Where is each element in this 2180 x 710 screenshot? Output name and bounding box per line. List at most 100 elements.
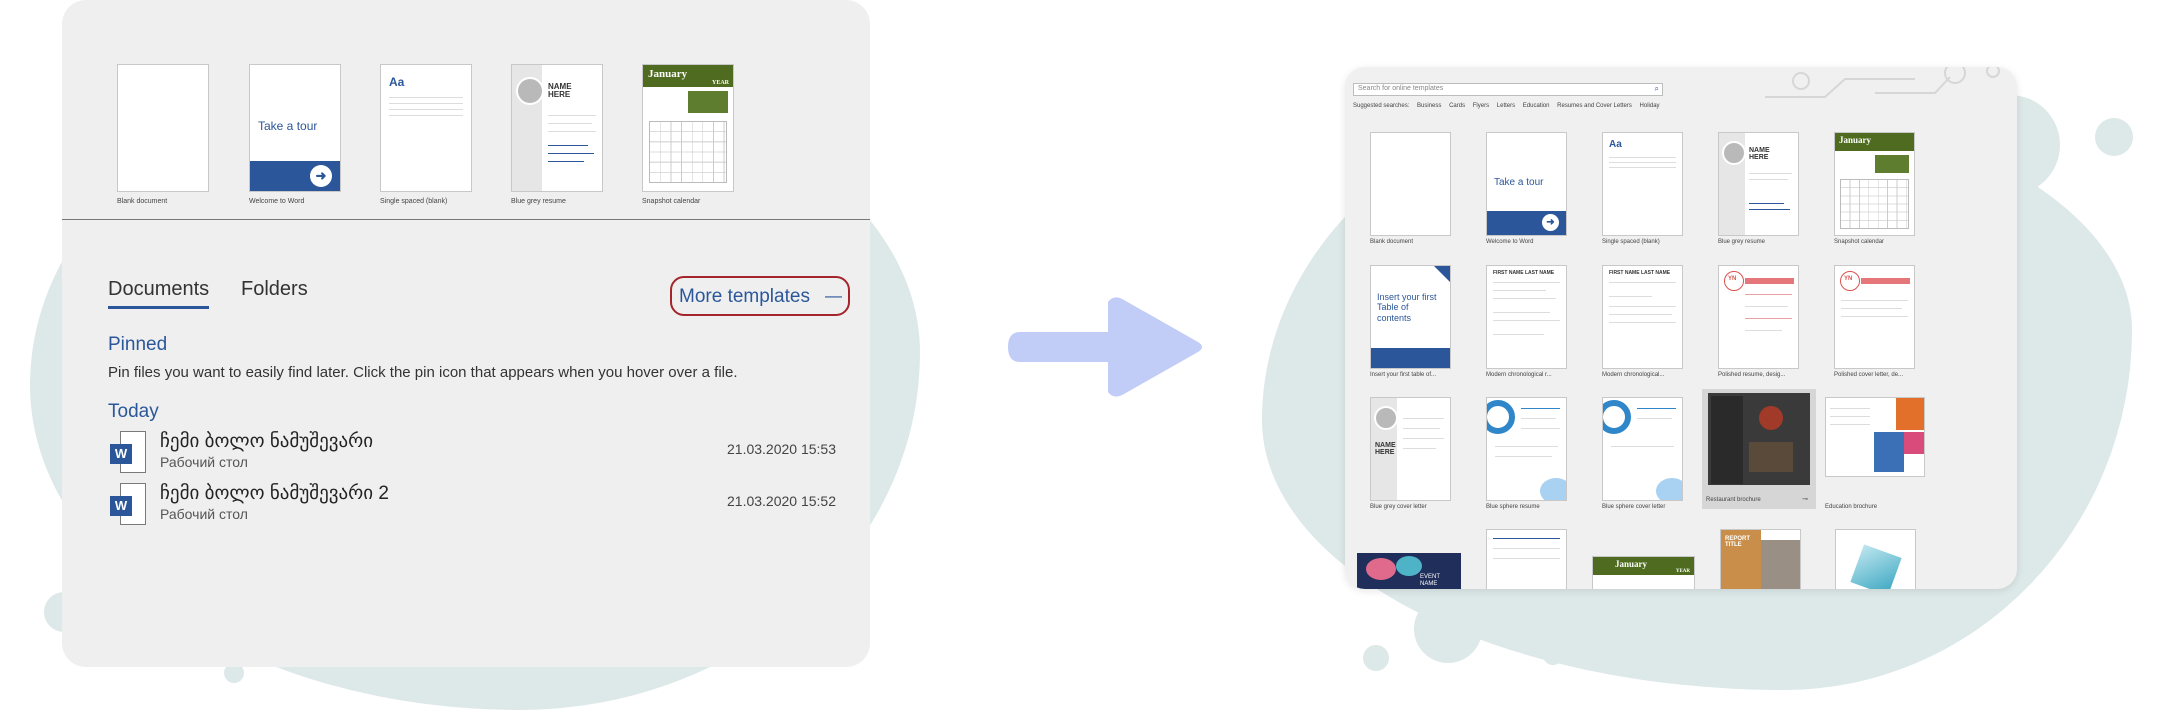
template-label: Restaurant brochure: [1706, 497, 1761, 503]
placeholder-line: [1841, 308, 1902, 309]
file-date: 21.03.2020 15:52: [727, 493, 836, 509]
resume-header-text: FIRST NAME LAST NAME: [1609, 270, 1671, 276]
template-thumbnail: Take a tour ➜: [1486, 132, 1567, 236]
template-label: Snapshot calendar: [642, 198, 701, 205]
template-thumbnail: FIRST NAME LAST NAME: [1602, 265, 1683, 369]
suggested-searches: Suggested searches: Business Cards Flyer…: [1353, 103, 1660, 109]
suggested-link[interactable]: Education: [1523, 103, 1550, 109]
placeholder-line: [1609, 282, 1676, 283]
template-thumbnail: [1708, 393, 1810, 485]
template-label: Blank document: [1370, 239, 1414, 245]
placeholder-line: [1609, 314, 1672, 315]
tour-banner: ➜: [1487, 211, 1566, 235]
template-thumbnail: [1835, 529, 1916, 589]
background-dot: [2095, 118, 2133, 156]
template-thumbnail: January YEAR: [642, 64, 734, 192]
resume-name-text: NAME HERE: [1375, 442, 1396, 456]
file-name: ჩემი ბოლო ნამუშევარი: [160, 431, 374, 452]
template-thumbnail: [1486, 397, 1567, 501]
placeholder-line: [548, 153, 594, 154]
placeholder-line: [1521, 418, 1556, 419]
template-label: Blue grey cover letter: [1370, 504, 1427, 510]
pinned-message: Pin files you want to easily find later.…: [108, 364, 738, 381]
word-doc-icon: W: [108, 482, 146, 526]
placeholder-line: [1493, 282, 1560, 283]
search-placeholder: Search for online templates: [1358, 85, 1444, 92]
suggested-link[interactable]: Letters: [1497, 103, 1515, 109]
arrow-right-icon: [1008, 297, 1202, 397]
placeholder-line: [389, 115, 463, 116]
placeholder-line: [1609, 167, 1676, 168]
template-label: Modern chronological...: [1602, 372, 1665, 378]
search-input[interactable]: Search for online templates ⌕: [1353, 83, 1663, 96]
suggested-link[interactable]: Cards: [1449, 103, 1465, 109]
tour-banner: ➜: [250, 161, 340, 191]
placeholder-line: [1749, 209, 1790, 210]
template-label: Welcome to Word: [1486, 239, 1534, 245]
placeholder-line: [548, 123, 592, 124]
placeholder-line: [1841, 300, 1908, 301]
suggested-link[interactable]: Flyers: [1473, 103, 1489, 109]
calendar-header: January YEAR: [1593, 557, 1694, 575]
sphere-graphic: [1603, 400, 1631, 434]
placeholder-line: [548, 145, 588, 146]
pin-icon[interactable]: ⊸: [1802, 495, 1808, 503]
template-label: Polished cover letter, de...: [1834, 372, 1904, 378]
calendar-photo: [688, 91, 728, 113]
today-heading: Today: [108, 401, 159, 422]
recent-file-row[interactable]: W ჩემი ბოლო ნამუშევარი 2 Рабочий стол 21…: [108, 482, 848, 528]
placeholder-line: [1749, 179, 1788, 180]
tab-folders[interactable]: Folders: [241, 278, 308, 301]
placeholder-line: [1611, 446, 1674, 447]
brochure-panel: [1874, 432, 1904, 472]
take-a-tour-text: Take a tour: [258, 119, 318, 133]
template-label: Single spaced (blank): [380, 198, 448, 205]
pinned-heading: Pinned: [108, 334, 168, 355]
calendar-year: YEAR: [1675, 569, 1690, 574]
template-label: Education brochure: [1825, 504, 1878, 510]
placeholder-line: [1745, 294, 1792, 295]
suggested-link[interactable]: Resumes and Cover Letters: [1557, 103, 1632, 109]
recent-file-row[interactable]: W ჩემი ბოლო ნამუშევარი Рабочий стол 21.0…: [108, 430, 848, 476]
template-label: Single spaced (blank): [1602, 239, 1660, 245]
take-a-tour-text: Take a tour: [1494, 177, 1544, 188]
word-badge: W: [110, 496, 132, 516]
aa-sample-text: Aa: [389, 75, 405, 89]
more-templates-button[interactable]: More templates —: [670, 276, 850, 316]
report-photo: [1761, 540, 1800, 589]
template-label: Welcome to Word: [249, 198, 305, 205]
suggested-link[interactable]: Business: [1417, 103, 1441, 109]
template-thumbnail: [1486, 529, 1567, 589]
placeholder-line: [1493, 334, 1544, 335]
placeholder-line: [548, 115, 596, 116]
placeholder-line: [389, 103, 463, 104]
divider: [62, 219, 870, 220]
search-icon[interactable]: ⌕: [1655, 84, 1659, 94]
template-thumbnail: Aa: [380, 64, 472, 192]
template-thumbnail: [1602, 397, 1683, 501]
placeholder-line: [1495, 456, 1552, 457]
resume-header-text: FIRST NAME LAST NAME: [1493, 270, 1555, 276]
suggested-label: Suggested searches:: [1353, 103, 1410, 109]
calendar-photo: [1875, 155, 1909, 173]
template-gallery-window: Search for online templates ⌕ Suggested …: [1345, 67, 2017, 589]
tab-documents[interactable]: Documents: [108, 278, 209, 301]
template-label: Blue grey resume: [511, 198, 566, 205]
calendar-month: January: [1839, 135, 1872, 145]
template-thumbnail: YN: [1834, 265, 1915, 369]
resume-name-text: NAME HERE: [1749, 147, 1770, 161]
template-label: Modern chronological r...: [1486, 372, 1552, 378]
avatar: [516, 77, 544, 105]
avatar: [1722, 141, 1746, 165]
placeholder-line: [1749, 173, 1792, 174]
template-thumbnail: EVENT NAME: [1357, 553, 1461, 589]
placeholder-line: [1745, 318, 1792, 319]
flyer-shape: [1396, 556, 1422, 576]
placeholder-line: [1609, 296, 1652, 297]
sphere-graphic: [1656, 478, 1682, 500]
suggested-link[interactable]: Holiday: [1640, 103, 1660, 109]
placeholder-line: [1493, 548, 1560, 549]
brochure-panel: [1896, 398, 1924, 430]
arrow-right-icon: ➜: [1542, 214, 1559, 231]
gallery-template-restaurant-brochure[interactable]: Restaurant brochure ⊸: [1702, 389, 1816, 509]
